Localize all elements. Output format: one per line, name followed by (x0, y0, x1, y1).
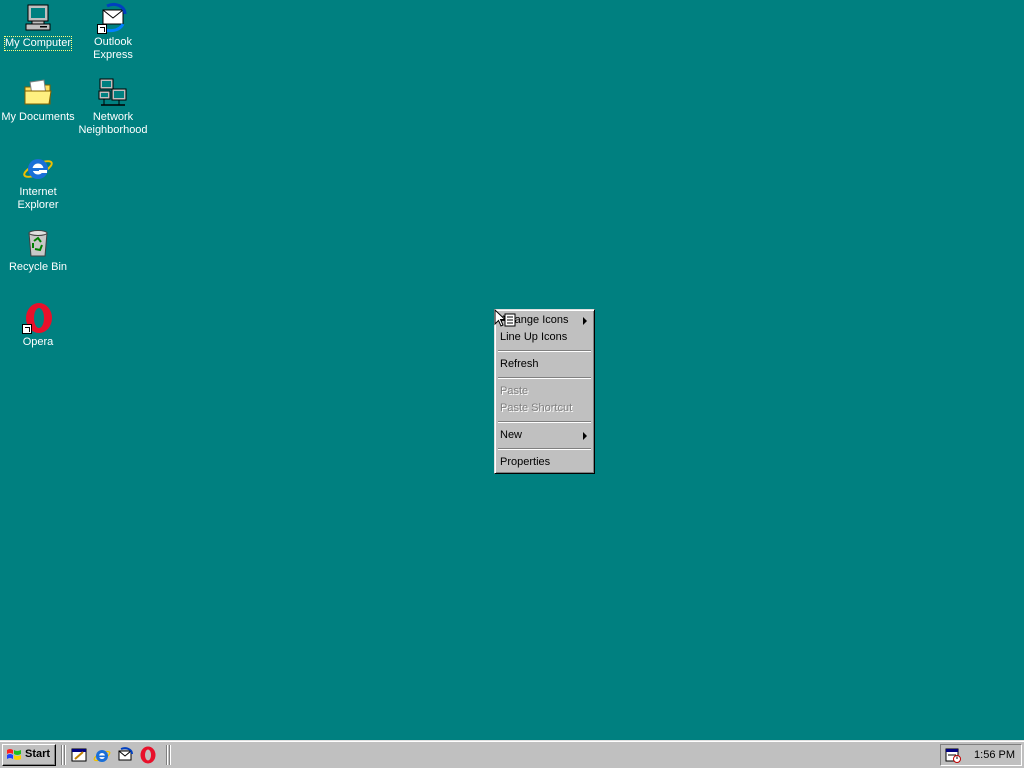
taskbar-grip[interactable] (166, 745, 168, 765)
my-computer-icon (22, 2, 54, 34)
menu-separator (498, 448, 591, 450)
outlook-express-icon (97, 2, 129, 34)
menu-item-paste: Paste (497, 383, 592, 400)
clock[interactable]: 1:56 PM (974, 745, 1015, 765)
menu-separator (498, 350, 591, 352)
start-button[interactable]: Start (2, 744, 56, 766)
menu-item-label: Arrange Icons (500, 314, 569, 326)
menu-item-properties[interactable]: Properties (497, 454, 592, 471)
desktop-icon-label: Network Neighborhood (78, 111, 148, 136)
desktop-icon-internet-explorer[interactable]: Internet Explorer (0, 152, 76, 212)
internet-explorer-icon[interactable] (93, 746, 111, 764)
menu-item-label: Paste Shortcut (500, 402, 573, 414)
desktop-icon-my-documents[interactable]: My Documents (0, 77, 76, 124)
menu-item-label: Refresh (500, 358, 539, 370)
taskbar-grip[interactable] (64, 745, 66, 765)
menu-item-arrange-icons[interactable]: Arrange Icons (497, 312, 592, 329)
menu-item-label: Paste (500, 385, 529, 397)
submenu-arrow-icon (583, 432, 587, 440)
internet-explorer-icon (22, 152, 54, 184)
taskbar-grip[interactable] (169, 745, 171, 765)
desktop-icon-label: My Documents (1, 111, 75, 123)
network-neighborhood-icon (97, 77, 129, 109)
desktop-icon-recycle-bin[interactable]: Recycle Bin (0, 227, 76, 274)
desktop-icon-opera[interactable]: Opera (0, 302, 76, 349)
desktop-icon-label: Recycle Bin (8, 261, 68, 273)
desktop-icon-my-computer[interactable]: My Computer (0, 2, 76, 51)
taskbar: Start 1:56 PM (0, 740, 1024, 768)
show-desktop-icon[interactable] (70, 746, 88, 764)
desktop-icon-network-neighborhood[interactable]: Network Neighborhood (75, 77, 151, 137)
menu-item-new[interactable]: New (497, 427, 592, 444)
menu-item-line-up-icons[interactable]: Line Up Icons (497, 329, 592, 346)
desktop-context-menu: Arrange Icons Line Up Icons Refresh Past… (494, 309, 595, 474)
my-documents-icon (22, 77, 54, 109)
system-tray: 1:56 PM (940, 744, 1022, 766)
scheduler-icon[interactable] (945, 747, 961, 763)
windows-logo-icon (7, 749, 21, 760)
desktop-icon-label: Opera (22, 336, 54, 348)
desktop-icon-label: My Computer (3, 36, 73, 51)
start-label: Start (25, 748, 51, 760)
opera-icon[interactable] (139, 746, 157, 764)
shortcut-arrow-icon (97, 24, 107, 34)
submenu-arrow-icon (583, 317, 587, 325)
menu-separator (498, 421, 591, 423)
desktop-icon-label: Internet Explorer (17, 186, 59, 211)
menu-separator (498, 377, 591, 379)
recycle-bin-icon (22, 227, 54, 259)
menu-item-label: Line Up Icons (500, 331, 568, 343)
menu-item-label: Properties (500, 456, 551, 468)
opera-icon (22, 302, 54, 334)
menu-item-label: New (500, 429, 523, 441)
menu-item-refresh[interactable]: Refresh (497, 356, 592, 373)
shortcut-arrow-icon (22, 324, 32, 334)
desktop-icon-label: Outlook Express (93, 36, 133, 61)
menu-item-paste-shortcut: Paste Shortcut (497, 400, 592, 417)
desktop-icon-outlook-express[interactable]: Outlook Express (75, 2, 151, 62)
outlook-express-icon[interactable] (116, 746, 134, 764)
taskbar-grip[interactable] (61, 745, 63, 765)
